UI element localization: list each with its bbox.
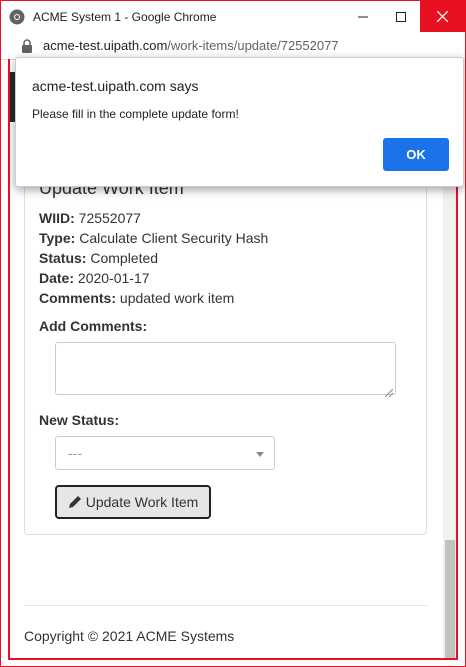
- footer-copyright: Copyright © 2021 ACME Systems: [24, 628, 235, 644]
- type-label: Type:: [39, 230, 76, 246]
- close-icon: [437, 11, 448, 22]
- browser-window: ACME System 1 - Google Chrome acme-test.…: [0, 0, 466, 667]
- maximize-icon: [396, 11, 406, 22]
- status-label: Status:: [39, 250, 87, 266]
- minimize-button[interactable]: [344, 1, 382, 32]
- add-comments-textarea[interactable]: [55, 342, 396, 398]
- type-row: Type: Calculate Client Security Hash: [39, 228, 268, 248]
- url-path: /work-items/update/72552077: [167, 38, 339, 53]
- wiid-value: 72552077: [78, 210, 141, 226]
- date-value: 2020-01-17: [77, 270, 150, 286]
- date-label: Date:: [39, 270, 75, 286]
- comments-row: Comments: updated work item: [39, 288, 268, 308]
- title-bar: ACME System 1 - Google Chrome: [1, 1, 465, 32]
- date-row: Date: 2020-01-17: [39, 268, 268, 288]
- close-button[interactable]: [420, 1, 465, 32]
- maximize-button[interactable]: [382, 1, 420, 32]
- address-bar[interactable]: acme-test.uipath.com/work-items/update/7…: [1, 32, 465, 60]
- dialog-message: Please fill in the complete update form!: [32, 107, 239, 121]
- work-item-details: WIID: 72552077 Type: Calculate Client Se…: [39, 208, 268, 308]
- window-title: ACME System 1 - Google Chrome: [33, 9, 217, 24]
- dialog-title: acme-test.uipath.com says: [32, 78, 199, 94]
- comments-label: Comments:: [39, 290, 117, 306]
- lock-icon[interactable]: [21, 38, 33, 53]
- footer-divider: [24, 605, 427, 606]
- alert-dialog: acme-test.uipath.com says Please fill in…: [15, 57, 464, 187]
- type-value: Calculate Client Security Hash: [79, 230, 269, 246]
- url-host: acme-test.uipath.com: [43, 38, 168, 53]
- chevron-down-icon: [256, 452, 264, 457]
- wiid-row: WIID: 72552077: [39, 208, 268, 228]
- status-value: Completed: [90, 250, 159, 266]
- new-status-selected-value: ---: [68, 445, 82, 461]
- new-status-label: New Status:: [39, 412, 120, 428]
- chrome-icon: [9, 9, 25, 25]
- pencil-icon: [68, 495, 82, 509]
- scrollbar-thumb[interactable]: [445, 540, 455, 659]
- minimize-icon: [358, 16, 368, 17]
- url-text[interactable]: acme-test.uipath.com/work-items/update/7…: [43, 38, 339, 53]
- resize-grip-icon[interactable]: [384, 384, 394, 398]
- new-status-select[interactable]: ---: [55, 436, 275, 470]
- comments-value: updated work item: [119, 290, 235, 306]
- update-work-item-button[interactable]: Update Work Item: [55, 485, 211, 519]
- update-work-item-label: Update Work Item: [85, 494, 199, 510]
- status-row: Status: Completed: [39, 248, 268, 268]
- add-comments-label: Add Comments:: [39, 318, 148, 334]
- ok-button[interactable]: OK: [383, 138, 449, 171]
- wiid-label: WIID:: [39, 210, 75, 226]
